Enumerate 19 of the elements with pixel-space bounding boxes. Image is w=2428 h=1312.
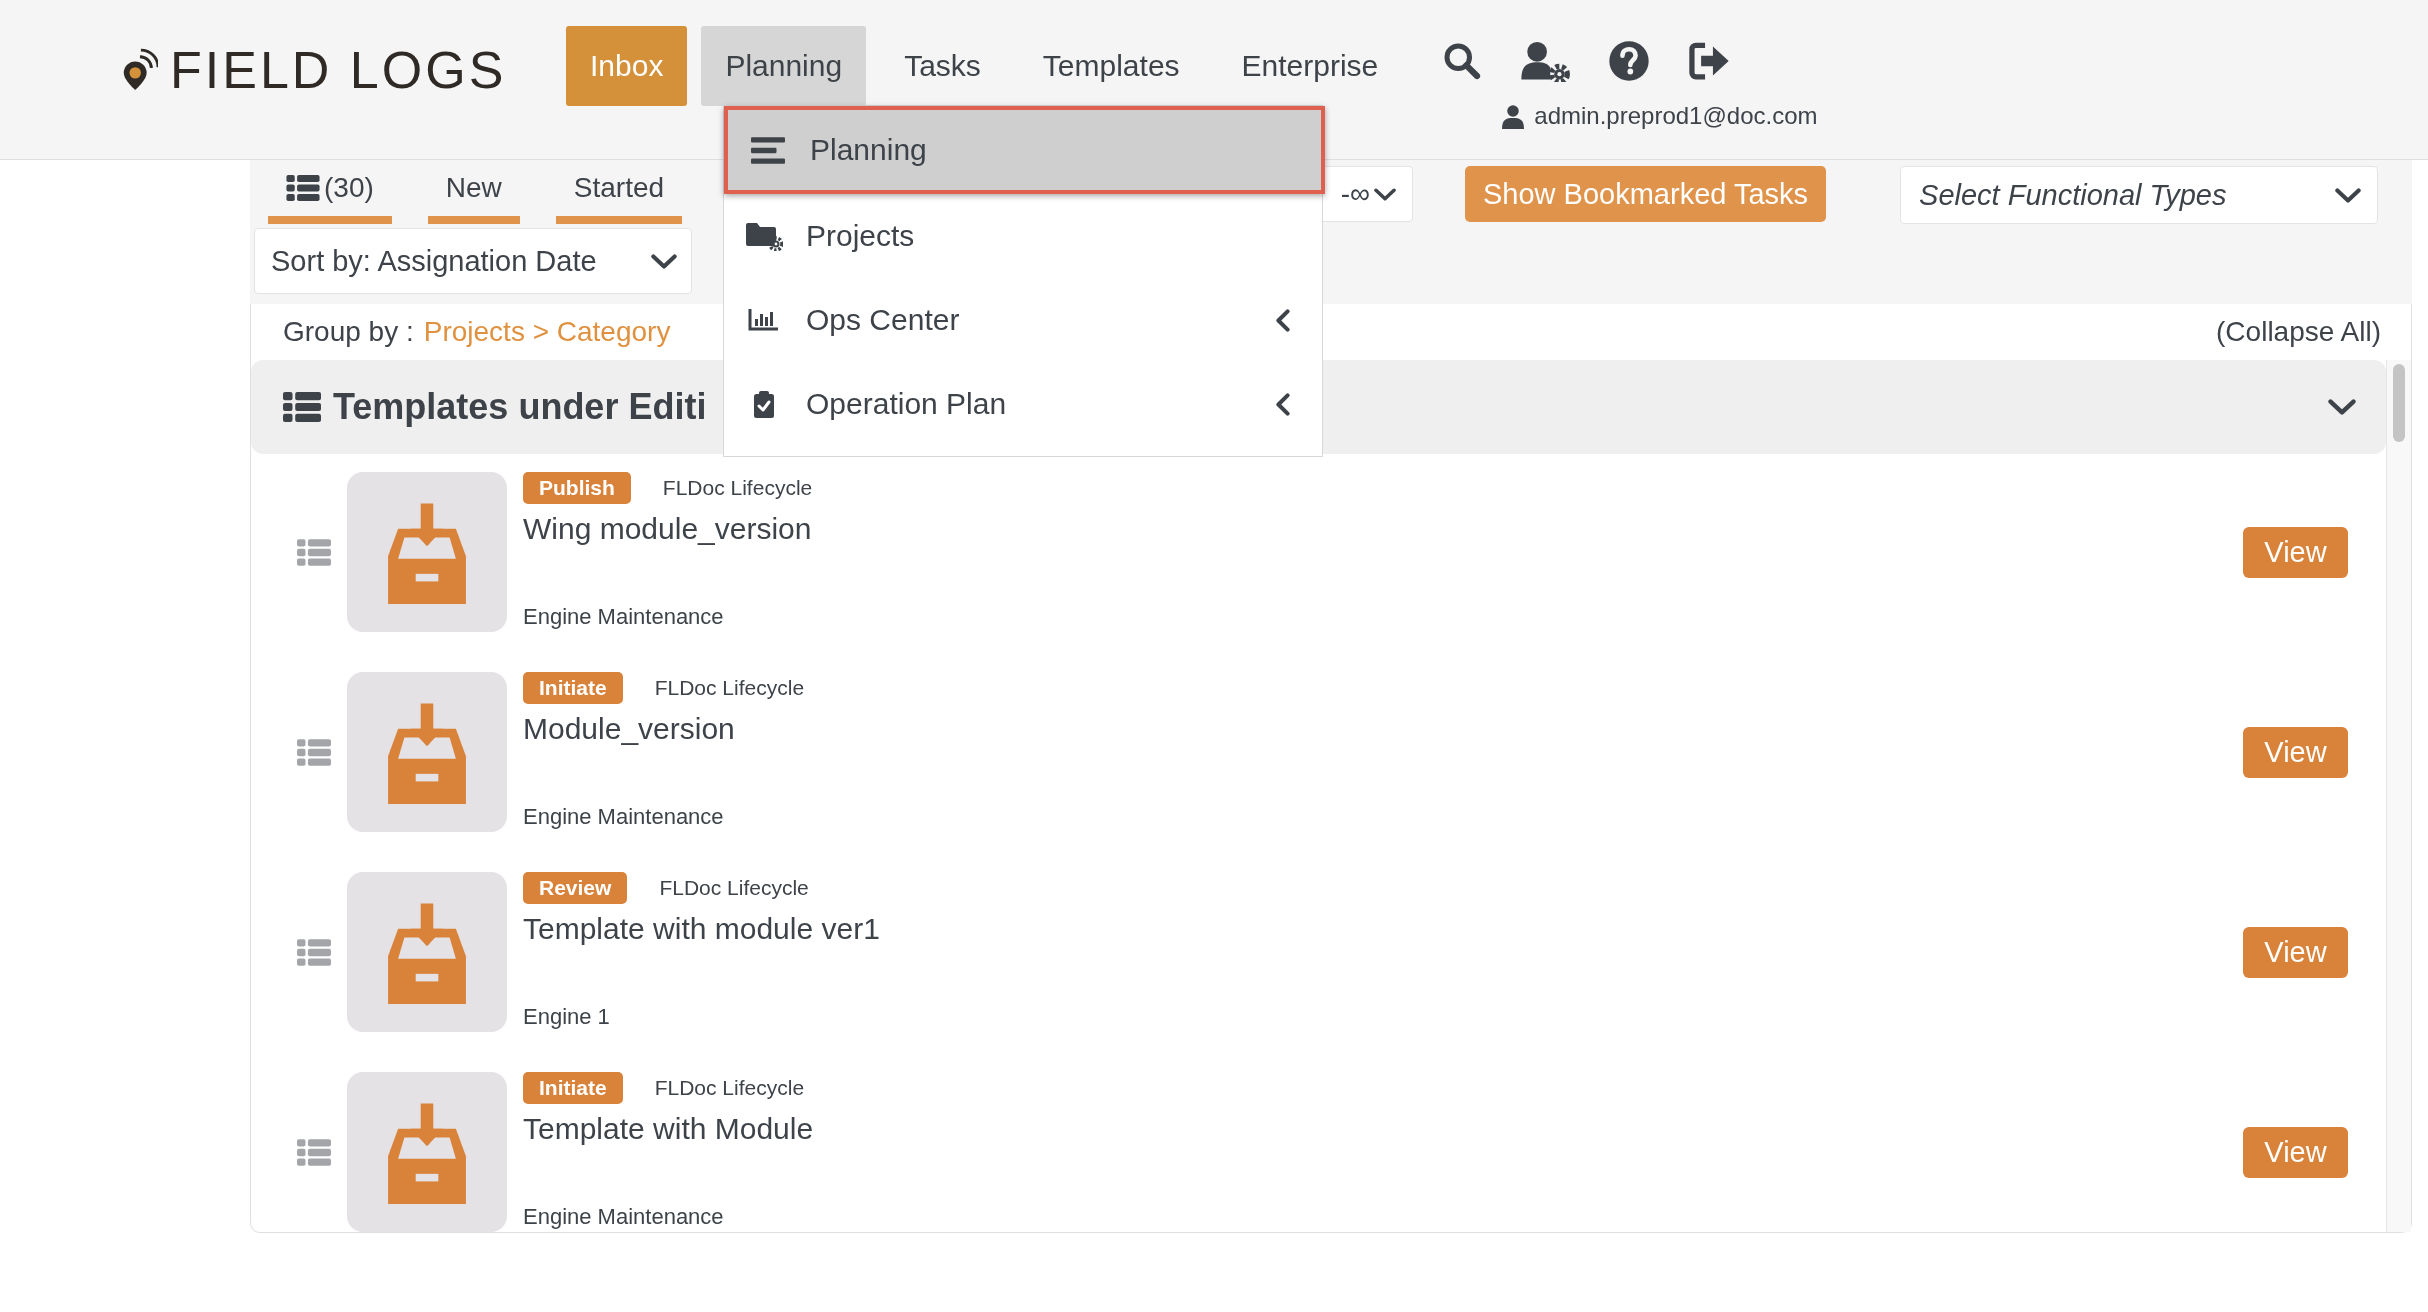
item-category: Engine Maintenance [523,604,725,631]
item-title: Module_version [523,712,736,746]
item-category: Engine 1 [523,1004,611,1031]
status-badge: Initiate [523,672,623,704]
lifecycle-label: FLDoc Lifecycle [659,876,809,900]
item-category: Engine Maintenance [523,1204,725,1231]
lifecycle-label: FLDoc Lifecycle [662,476,813,500]
lifecycle-label: FLDoc Lifecycle [654,676,805,700]
item-title: Wing module_version [523,512,813,546]
item-title: Template with module ver1 [523,912,881,946]
section-title: Templates under Editi [333,386,707,428]
status-badge: Initiate [523,1072,623,1104]
item-category: Engine Maintenance [523,804,725,831]
status-badge: Review [523,872,628,904]
lifecycle-label: FLDoc Lifecycle [654,1076,805,1100]
user-email: admin.preprod1@doc.com [1534,102,1818,130]
group-by-label: Group by : [283,316,414,348]
item-title: Template with Module [523,1112,815,1146]
status-badge: Publish [523,472,631,504]
